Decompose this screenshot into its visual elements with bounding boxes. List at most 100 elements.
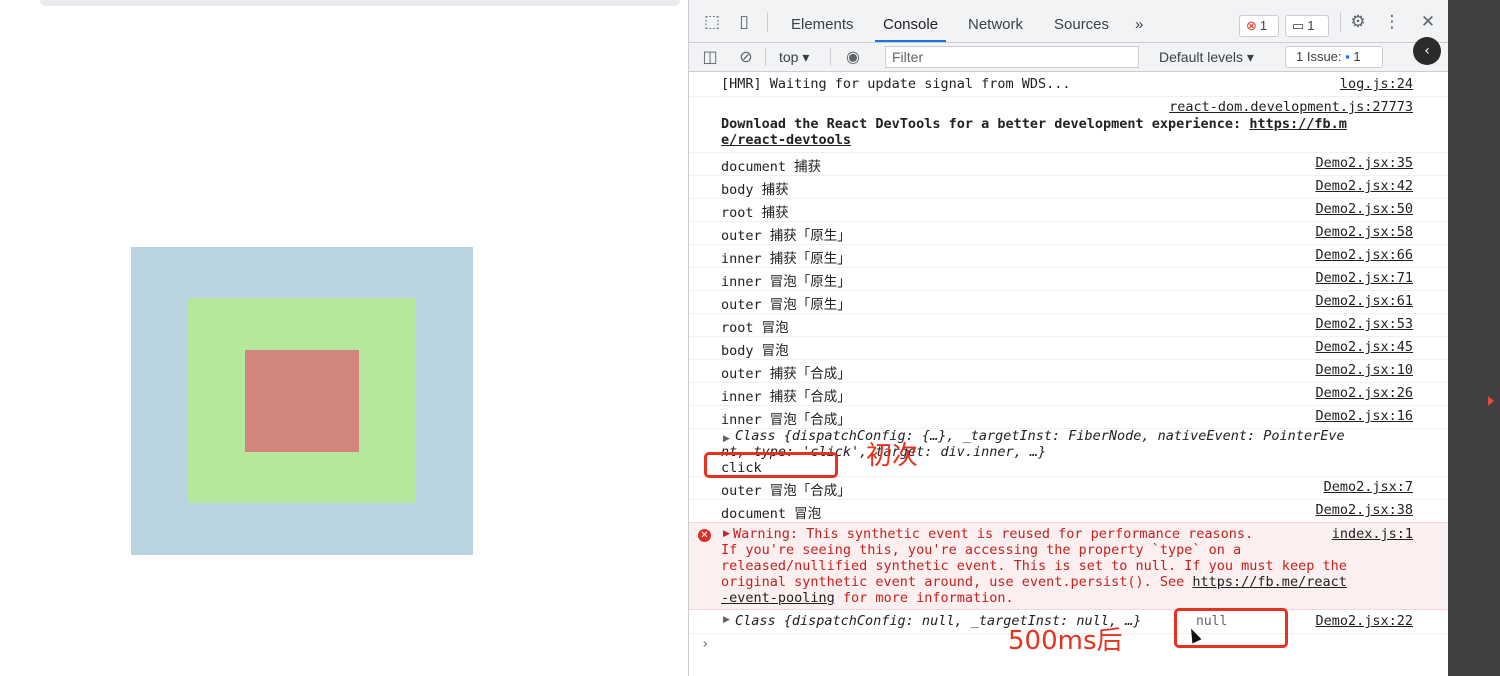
devtools-panel: ⬚ ▯ Elements Console Network Sources » ⊗… <box>688 0 1449 676</box>
log-row: document 捕获 Demo2.jsx:35 <box>689 152 1449 176</box>
log-row: inner 冒泡「原生」 Demo2.jsx:71 <box>689 267 1449 291</box>
warning-message: If you're seeing this, you're accessing … <box>721 542 1242 558</box>
log-source-link[interactable]: Demo2.jsx:58 <box>1315 224 1413 240</box>
log-source-link[interactable]: log.js:24 <box>1340 76 1413 92</box>
log-message: body 捕获 <box>721 182 789 198</box>
log-source-link[interactable]: Demo2.jsx:61 <box>1315 293 1413 309</box>
chevron-left-icon[interactable]: ‹ <box>1413 37 1441 65</box>
tab-divider <box>767 12 768 32</box>
error-icon: ⊗ <box>1246 18 1257 33</box>
event-pooling-link-continued[interactable]: -event-pooling <box>721 590 835 606</box>
log-source-link[interactable]: react-dom.development.js:27773 <box>1169 99 1413 115</box>
warning-message: -event-pooling for more information. <box>721 590 1014 606</box>
inner-box[interactable] <box>245 350 359 452</box>
toolbar-divider <box>765 48 766 66</box>
play-marker-icon <box>1488 396 1494 406</box>
object-preview[interactable]: Class {dispatchConfig: {…}, _targetInst:… <box>735 428 1345 444</box>
context-selector[interactable]: top ▾ <box>779 43 809 71</box>
warning-message: Warning: This synthetic event is reused … <box>733 526 1254 542</box>
log-source-link[interactable]: Demo2.jsx:22 <box>1315 613 1413 629</box>
tab-sources[interactable]: Sources <box>1054 0 1109 42</box>
log-source-link[interactable]: Demo2.jsx:66 <box>1315 247 1413 263</box>
message-icon: ▭ <box>1292 18 1305 33</box>
log-message: outer 捕获「合成」 <box>721 366 851 382</box>
log-row: body 冒泡 Demo2.jsx:45 <box>689 336 1449 360</box>
log-message: inner 冒泡「合成」 <box>721 412 851 428</box>
kebab-menu-icon[interactable]: ⋮ <box>1381 11 1403 33</box>
issues-button[interactable]: 1 Issue: ▪ 1 <box>1285 46 1383 68</box>
log-source-link[interactable]: Demo2.jsx:10 <box>1315 362 1413 378</box>
log-message: inner 捕获「合成」 <box>721 389 851 405</box>
log-message: body 冒泡 <box>721 343 789 359</box>
log-row: body 捕获 Demo2.jsx:42 <box>689 175 1449 199</box>
log-source-link[interactable]: Demo2.jsx:26 <box>1315 385 1413 401</box>
console-toolbar: ◫ ⊘ top ▾ ◉ Default levels ▾ 1 Issue: ▪ … <box>689 43 1449 72</box>
log-source-link[interactable]: Demo2.jsx:50 <box>1315 201 1413 217</box>
log-message: Download the React DevTools for a better… <box>721 116 1347 132</box>
annotation-label-first: 初次 <box>866 441 919 471</box>
log-source-link[interactable]: Demo2.jsx:42 <box>1315 178 1413 194</box>
log-message: document 捕获 <box>721 159 822 175</box>
filter-input[interactable] <box>885 46 1139 68</box>
log-levels-dropdown[interactable]: Default levels ▾ <box>1159 43 1254 71</box>
issue-icon: ▪ <box>1345 49 1350 64</box>
log-source-link[interactable]: index.js:1 <box>1332 526 1413 542</box>
expand-triangle-icon[interactable]: ▶ <box>723 529 730 539</box>
log-source-link[interactable]: Demo2.jsx:38 <box>1315 502 1413 518</box>
log-row: outer 冒泡「原生」 Demo2.jsx:61 <box>689 290 1449 314</box>
log-message: document 冒泡 <box>721 506 822 522</box>
dark-side-strip <box>1448 0 1500 676</box>
log-row: inner 捕获「原生」 Demo2.jsx:66 <box>689 244 1449 268</box>
warning-message: released/nullified synthetic event. This… <box>721 558 1347 574</box>
log-source-link[interactable]: Demo2.jsx:45 <box>1315 339 1413 355</box>
tab-divider <box>1340 12 1341 32</box>
device-toolbar-icon[interactable]: ▯ <box>733 11 755 33</box>
log-source-link[interactable]: Demo2.jsx:7 <box>1324 479 1413 495</box>
tab-network[interactable]: Network <box>968 0 1023 42</box>
sidebar-toggle-icon[interactable]: ◫ <box>699 46 721 68</box>
log-source-link[interactable]: Demo2.jsx:53 <box>1315 316 1413 332</box>
warning-message: original synthetic event around, use eve… <box>721 574 1347 590</box>
tab-console[interactable]: Console <box>874 0 947 42</box>
prompt-chevron-icon: › <box>701 636 710 652</box>
log-row: react-dom.development.js:27773 Download … <box>689 96 1449 153</box>
log-row: inner 冒泡「合成」 Demo2.jsx:16 <box>689 405 1449 429</box>
log-message: root 冒泡 <box>721 320 789 336</box>
toolbar-divider <box>830 48 831 66</box>
browser-address-bar-edge <box>40 0 680 6</box>
log-message: outer 冒泡「原生」 <box>721 297 851 313</box>
log-source-link[interactable]: Demo2.jsx:16 <box>1315 408 1413 424</box>
close-icon[interactable]: ✕ <box>1417 11 1439 33</box>
log-row: inner 捕获「合成」 Demo2.jsx:26 <box>689 382 1449 406</box>
log-message: root 捕获 <box>721 205 789 221</box>
log-message: inner 捕获「原生」 <box>721 251 851 267</box>
messages-badge[interactable]: ▭ 1 <box>1285 15 1329 37</box>
log-row: outer 冒泡「合成」 Demo2.jsx:7 <box>689 476 1449 500</box>
event-pooling-link[interactable]: https://fb.me/react <box>1192 574 1346 590</box>
devtools-link[interactable]: https://fb.m <box>1249 116 1347 132</box>
log-message: outer 捕获「原生」 <box>721 228 851 244</box>
gear-icon[interactable]: ⚙ <box>1347 11 1369 33</box>
tab-elements[interactable]: Elements <box>791 0 854 42</box>
log-source-link[interactable]: Demo2.jsx:35 <box>1315 155 1413 171</box>
log-source-link[interactable]: Demo2.jsx:71 <box>1315 270 1413 286</box>
log-row: document 冒泡 Demo2.jsx:38 <box>689 499 1449 523</box>
log-message: [HMR] Waiting for update signal from WDS… <box>721 76 1071 92</box>
error-circle-icon: ✕ <box>698 529 711 542</box>
expand-triangle-icon[interactable]: ▶ <box>723 615 730 625</box>
log-message: outer 冒泡「合成」 <box>721 483 851 499</box>
clear-console-icon[interactable]: ⊘ <box>735 46 757 68</box>
eye-icon[interactable]: ◉ <box>842 46 864 68</box>
log-message: inner 冒泡「原生」 <box>721 274 851 290</box>
log-row: outer 捕获「合成」 Demo2.jsx:10 <box>689 359 1449 383</box>
log-row: [HMR] Waiting for update signal from WDS… <box>689 72 1449 97</box>
errors-badge[interactable]: ⊗ 1 <box>1239 15 1279 37</box>
more-tabs-icon[interactable]: » <box>1135 0 1143 42</box>
annotation-box-click <box>704 452 838 478</box>
expand-triangle-icon[interactable]: ▶ <box>723 434 730 444</box>
inspect-element-icon[interactable]: ⬚ <box>701 11 723 33</box>
devtools-link-continued[interactable]: e/react-devtools <box>721 132 851 148</box>
annotation-label-after: 500ms后 <box>1008 626 1123 656</box>
log-row: root 冒泡 Demo2.jsx:53 <box>689 313 1449 337</box>
log-row: root 捕获 Demo2.jsx:50 <box>689 198 1449 222</box>
